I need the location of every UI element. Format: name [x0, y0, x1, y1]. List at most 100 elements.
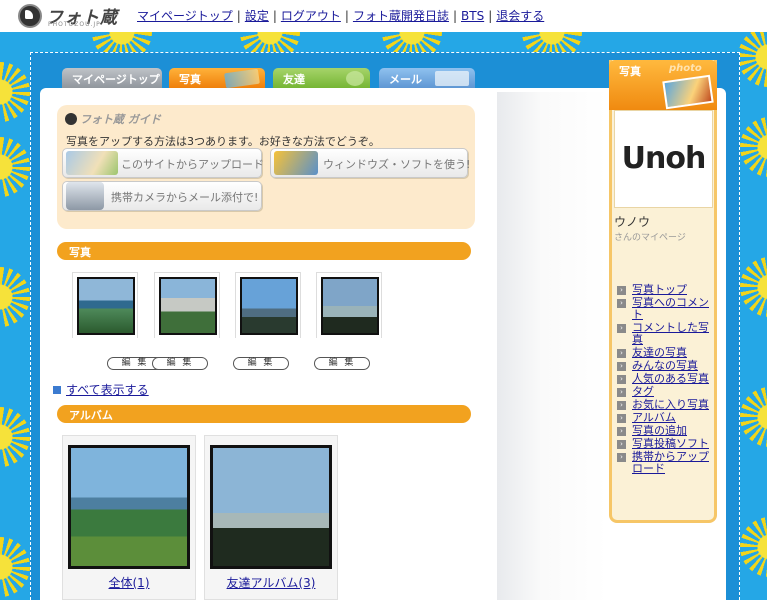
- site-upload-thumb-icon: [66, 151, 118, 175]
- albums-section-header: アルバム: [57, 405, 471, 423]
- sidebar-item-mobile-upload[interactable]: 携帯からアップロード: [632, 450, 709, 475]
- sidebar-item-popular-photos[interactable]: 人気のある写真: [632, 372, 709, 385]
- tab-mypage-top[interactable]: マイページトップ: [62, 68, 162, 89]
- envelope-icon: [435, 71, 469, 86]
- photo-frame: [235, 272, 301, 338]
- album-card: 全体(1): [62, 435, 196, 600]
- tab-label: メール: [389, 73, 422, 86]
- show-all-link[interactable]: すべて表示する: [66, 383, 149, 397]
- sidebar-item-commented-photos[interactable]: コメントした写真: [632, 321, 709, 346]
- nav-mypage-top[interactable]: マイページトップ: [137, 9, 233, 23]
- sidebar-item: › 携帯からアップロード: [617, 451, 717, 475]
- avatar[interactable]: Unoh: [614, 110, 713, 208]
- sidebar-item: › 写真投稿ソフト: [617, 438, 717, 450]
- album-link[interactable]: 全体(1): [63, 574, 195, 591]
- arrow-right-icon: ›: [617, 324, 626, 333]
- sidebar-header-deco: photo: [669, 63, 702, 74]
- sidebar-item-photo-top[interactable]: 写真トップ: [632, 283, 687, 296]
- guide-title-text: フォト蔵 ガイド: [80, 113, 161, 126]
- tab-label: 友達: [283, 73, 305, 86]
- photo-card: 編 集: [152, 270, 220, 370]
- tab-mail[interactable]: メール: [379, 68, 475, 89]
- album-cover[interactable]: [210, 445, 332, 569]
- photo-thumbnail[interactable]: [159, 277, 217, 335]
- sun-decoration-icon: [0, 537, 30, 597]
- sidebar-header-label: 写真: [619, 65, 641, 78]
- sidebar-item-comments-on-photos[interactable]: 写真へのコメント: [632, 296, 709, 321]
- edit-button[interactable]: 編 集: [233, 357, 289, 370]
- upload-from-site-button[interactable]: このサイトからアップロード: [62, 148, 264, 178]
- windows-software-button[interactable]: ウィンドウズ・ソフトを使う!: [270, 148, 471, 178]
- photo-frame: [154, 272, 220, 338]
- nav-settings[interactable]: 設定: [245, 9, 269, 23]
- sidebar-item-favorite-photos[interactable]: お気に入り写真: [632, 398, 709, 411]
- friends-icon: [346, 71, 364, 86]
- sidebar-item: › みんなの写真: [617, 360, 717, 372]
- edit-button[interactable]: 編 集: [314, 357, 370, 370]
- nav-bts[interactable]: BTS: [461, 9, 484, 23]
- photo-frame: [316, 272, 382, 338]
- tab-photo[interactable]: 写真: [169, 68, 265, 89]
- sidebar-item: › 人気のある写真: [617, 373, 717, 385]
- top-navigation: マイページトップ | 設定 | ログアウト | フォト蔵開発日誌 | BTS | 退会する: [137, 9, 545, 23]
- sidebar-item-albums[interactable]: アルバム: [632, 411, 676, 424]
- tab-label: マイページトップ: [72, 73, 160, 86]
- sidebar-item-everyones-photos[interactable]: みんなの写真: [632, 359, 698, 372]
- camera-logo-icon: [18, 4, 42, 28]
- arrow-right-icon: ›: [617, 427, 626, 436]
- tab-label: 写真: [179, 73, 201, 86]
- nav-unsubscribe[interactable]: 退会する: [496, 9, 544, 23]
- arrow-right-icon: ›: [617, 401, 626, 410]
- arrow-right-icon: ›: [617, 286, 626, 295]
- album-card: 友達アルバム(3): [204, 435, 338, 600]
- sun-decoration-icon: [0, 62, 30, 122]
- sidebar-item: › 写真トップ: [617, 284, 717, 296]
- sidebar-item-add-photos[interactable]: 写真の追加: [632, 424, 687, 437]
- album-link[interactable]: 友達アルバム(3): [205, 574, 337, 591]
- show-all: すべて表示する: [53, 381, 149, 398]
- logo-subtext: PHOTOZOU.JP: [48, 21, 101, 28]
- mobile-mail-upload-button[interactable]: 携帯カメラからメール添付で!: [62, 181, 262, 211]
- sun-decoration-icon: [740, 117, 767, 177]
- arrow-right-icon: [53, 386, 61, 394]
- photo-thumbnail[interactable]: [77, 277, 135, 335]
- photo-card: 編 集: [233, 270, 301, 370]
- button-label: 携帯カメラからメール添付で!: [111, 191, 259, 204]
- button-label: ウィンドウズ・ソフトを使う!: [323, 158, 471, 171]
- guide-title: フォト蔵 ガイド: [65, 111, 161, 127]
- photozou-logo[interactable]: フォト蔵 PHOTOZOU.JP: [18, 3, 118, 29]
- sidebar-item-tags[interactable]: タグ: [632, 385, 654, 398]
- arrow-right-icon: ›: [617, 375, 626, 384]
- arrow-right-icon: ›: [617, 349, 626, 358]
- sun-decoration-icon: [0, 267, 30, 327]
- profile-name: ウノウ: [614, 215, 651, 229]
- photo-thumbnail[interactable]: [321, 277, 379, 335]
- sidebar-item-upload-software[interactable]: 写真投稿ソフト: [632, 437, 709, 450]
- photo-card: 編 集: [70, 270, 163, 370]
- sun-decoration-icon: [740, 517, 767, 577]
- camera-logo-icon: [65, 113, 77, 125]
- photos-section-header: 写真: [57, 242, 471, 260]
- top-bar: フォト蔵 PHOTOZOU.JP マイページトップ | 設定 | ログアウト | フォト蔵開…: [0, 0, 767, 32]
- mobile-phone-icon: [66, 182, 104, 210]
- nav-dev-blog[interactable]: フォト蔵開発日誌: [353, 9, 449, 23]
- column-gutter: [497, 92, 608, 600]
- edit-button[interactable]: 編 集: [152, 357, 208, 370]
- sun-decoration-icon: [0, 407, 30, 467]
- album-cover[interactable]: [68, 445, 190, 569]
- sidebar-menu: › 写真トップ › 写真へのコメント › コメントした写真 › 友達の写真 › みんなの写…: [617, 284, 717, 476]
- arrow-right-icon: ›: [617, 440, 626, 449]
- photo-card-icon: [662, 74, 714, 110]
- profile-subtitle: さんのマイページ: [614, 233, 686, 243]
- photo-thumbnail[interactable]: [240, 277, 298, 335]
- arrow-right-icon: ›: [617, 299, 626, 308]
- sun-decoration-icon: [738, 32, 767, 87]
- button-label: このサイトからアップロード: [121, 158, 264, 171]
- arrow-right-icon: ›: [617, 388, 626, 397]
- nav-logout[interactable]: ログアウト: [281, 9, 341, 23]
- sidebar-item-friends-photos[interactable]: 友達の写真: [632, 346, 687, 359]
- sidebar-item: › 友達の写真: [617, 347, 717, 359]
- sidebar-item: › 写真へのコメント: [617, 297, 717, 321]
- tab-friends[interactable]: 友達: [273, 68, 370, 89]
- sidebar-item: › アルバム: [617, 412, 717, 424]
